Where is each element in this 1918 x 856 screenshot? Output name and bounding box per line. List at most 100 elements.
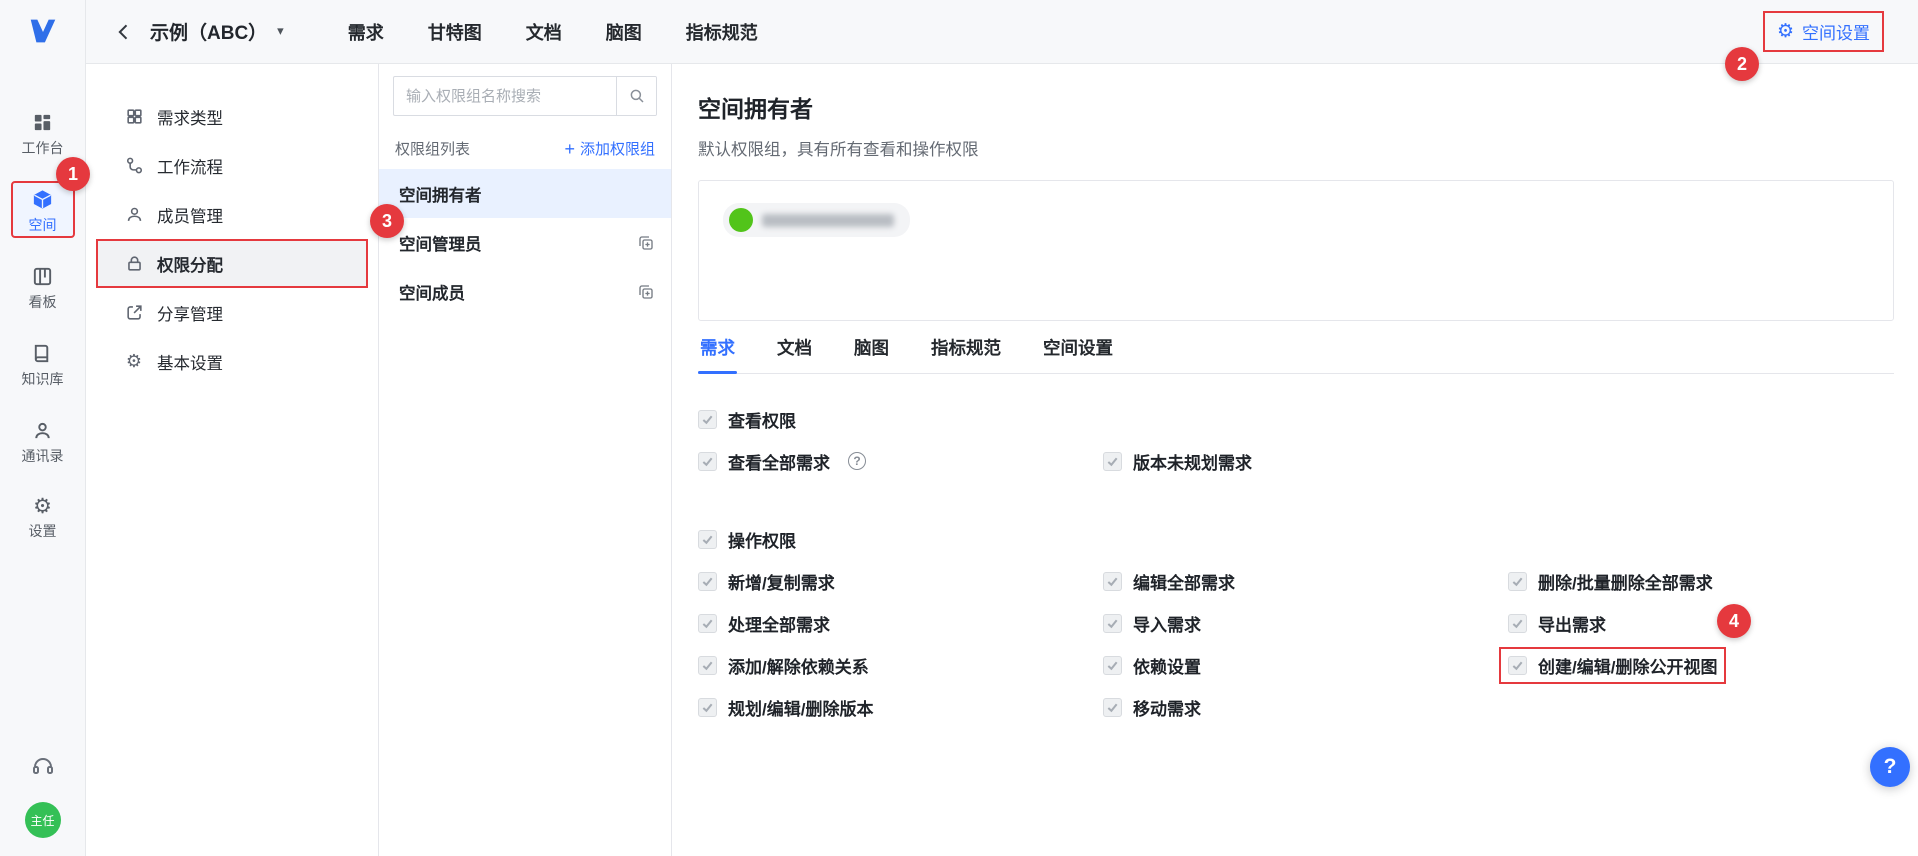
- nav-item-label: 成员管理: [157, 207, 223, 226]
- perm-tab-mindmap[interactable]: 脑图: [852, 335, 891, 373]
- permission-groups-panel: 权限组列表 + 添加权限组 空间拥有者 空间管理员 空间成员: [379, 64, 672, 856]
- checkbox-checked-icon[interactable]: [698, 613, 717, 633]
- rail-item-label: 工作台: [21, 140, 64, 156]
- grid-cell: 移动需求: [1103, 686, 1508, 728]
- grid-icon: [124, 107, 144, 126]
- rail-item-space[interactable]: 空间: [10, 181, 75, 238]
- checkbox-checked-icon[interactable]: [1508, 613, 1527, 633]
- checkbox-checked-icon[interactable]: [698, 655, 717, 675]
- nav-item-requirement-types[interactable]: 需求类型: [96, 92, 368, 141]
- perm-tab-requirements[interactable]: 需求: [698, 335, 737, 374]
- share-icon: [124, 303, 144, 322]
- top-tab-mindmap[interactable]: 脑图: [606, 19, 642, 45]
- duplicate-group-button[interactable]: [637, 283, 655, 301]
- left-rail: 工作台 空间 看板 知识库 通讯录 ⚙ 设置 主任: [0, 0, 86, 856]
- current-space-name: 示例（ABC）: [150, 23, 268, 44]
- annotation-step-2: 2: [1725, 47, 1759, 81]
- perm-tab-docs[interactable]: 文档: [775, 335, 814, 373]
- checkbox-checked-icon[interactable]: [698, 409, 717, 429]
- rail-item-settings[interactable]: ⚙ 设置: [11, 489, 75, 546]
- rail-item-kanban[interactable]: 看板: [11, 258, 75, 315]
- permission-item: 依赖设置: [1103, 653, 1201, 678]
- top-tab-docs[interactable]: 文档: [526, 19, 562, 45]
- grid-cell: 删除/批量删除全部需求: [1508, 560, 1894, 602]
- member-name-blurred: [762, 213, 894, 227]
- checkbox-checked-icon[interactable]: [1103, 655, 1122, 675]
- annotation-step-1: 1: [56, 157, 90, 191]
- nav-item-sharing[interactable]: 分享管理: [96, 288, 368, 337]
- headset-icon: [32, 758, 53, 774]
- rail-item-contacts[interactable]: 通讯录: [11, 412, 75, 469]
- app-logo[interactable]: [26, 14, 60, 48]
- rail-item-library[interactable]: 知识库: [11, 335, 75, 392]
- checkbox-checked-icon[interactable]: [1508, 571, 1527, 591]
- nav-item-permissions[interactable]: 权限分配: [96, 239, 368, 288]
- view-permissions-grid: 查看全部需求 ? 版本未规划需求: [698, 440, 1894, 482]
- permission-item: 新增/复制需求: [698, 569, 835, 594]
- rail-item-workbench[interactable]: 工作台: [11, 104, 75, 161]
- perm-tab-metrics[interactable]: 指标规范: [929, 335, 1003, 373]
- copy-plus-icon: [639, 284, 653, 299]
- nav-item-basic-settings[interactable]: ⚙ 基本设置: [96, 337, 368, 386]
- search-button[interactable]: [616, 77, 656, 115]
- permission-label: 删除/批量删除全部需求: [1538, 573, 1713, 593]
- gear-icon: ⚙: [33, 494, 52, 518]
- kanban-icon: [31, 265, 54, 288]
- annotation-step-3: 3: [370, 204, 404, 238]
- avatar-label: 主任: [30, 813, 55, 828]
- permission-label: 导入需求: [1133, 615, 1201, 635]
- checkbox-checked-icon[interactable]: [1103, 451, 1122, 471]
- checkbox-checked-icon[interactable]: [1103, 571, 1122, 591]
- person-icon: [31, 419, 54, 442]
- checkbox-checked-icon[interactable]: [698, 529, 717, 549]
- top-tab-requirements[interactable]: 需求: [348, 19, 384, 45]
- top-tabs: 需求 甘特图 文档 脑图 指标规范: [348, 19, 758, 45]
- back-button[interactable]: [110, 18, 138, 46]
- space-settings-button[interactable]: ⚙ 空间设置: [1762, 11, 1884, 52]
- permission-item-highlighted: 创建/编辑/删除公开视图: [1499, 646, 1727, 684]
- nav-item-label: 需求类型: [157, 109, 223, 128]
- permission-item: 查看全部需求 ?: [698, 449, 866, 474]
- help-button[interactable]: ?: [1870, 747, 1910, 787]
- group-row-member[interactable]: 空间成员: [379, 267, 671, 316]
- checkbox-checked-icon[interactable]: [1508, 655, 1527, 675]
- support-button[interactable]: [31, 754, 55, 778]
- grid-cell: 导出需求: [1508, 602, 1894, 644]
- group-search-input[interactable]: [394, 77, 616, 115]
- nav-item-workflow[interactable]: 工作流程: [96, 141, 368, 190]
- group-row-admin[interactable]: 空间管理员: [379, 218, 671, 267]
- search-icon: [630, 89, 644, 103]
- checkbox-checked-icon[interactable]: [1103, 613, 1122, 633]
- grid-cell: 依赖设置: [1103, 644, 1508, 686]
- add-group-label: 添加权限组: [579, 141, 655, 158]
- nav-item-members[interactable]: 成员管理: [96, 190, 368, 239]
- grid-cell: 处理全部需求: [698, 602, 1103, 644]
- permission-label: 处理全部需求: [728, 615, 830, 635]
- help-circle-icon[interactable]: ?: [848, 452, 866, 470]
- space-settings-label: 空间设置: [1802, 24, 1870, 43]
- permission-label: 新增/复制需求: [728, 573, 835, 593]
- page-title: 空间拥有者: [698, 96, 813, 122]
- permission-tabs: 需求 文档 脑图 指标规范 空间设置: [698, 335, 1894, 374]
- nav-item-label: 分享管理: [157, 305, 223, 324]
- duplicate-group-button[interactable]: [637, 234, 655, 252]
- add-group-button[interactable]: + 添加权限组: [564, 138, 655, 159]
- grid-cell: [1508, 686, 1894, 728]
- user-avatar[interactable]: 主任: [24, 802, 61, 838]
- group-list-header: 权限组列表 + 添加权限组: [395, 138, 655, 159]
- checkbox-checked-icon[interactable]: [698, 571, 717, 591]
- permission-label: 创建/编辑/删除公开视图: [1538, 657, 1718, 677]
- checkbox-checked-icon[interactable]: [1103, 697, 1122, 717]
- space-switcher[interactable]: 示例（ABC） ▾: [150, 18, 284, 45]
- perm-tab-space-settings[interactable]: 空间设置: [1041, 335, 1115, 373]
- top-tab-gantt[interactable]: 甘特图: [428, 19, 482, 45]
- page-subtitle: 默认权限组，具有所有查看和操作权限: [698, 141, 979, 159]
- group-search-box: [393, 76, 657, 116]
- workbench-icon: [31, 111, 54, 134]
- top-tab-metrics[interactable]: 指标规范: [686, 19, 758, 45]
- checkbox-checked-icon[interactable]: [698, 697, 717, 717]
- permission-label: 依赖设置: [1133, 657, 1201, 677]
- permission-item: 导出需求: [1508, 611, 1606, 636]
- group-row-owner[interactable]: 空间拥有者: [379, 169, 671, 218]
- checkbox-checked-icon[interactable]: [698, 451, 717, 471]
